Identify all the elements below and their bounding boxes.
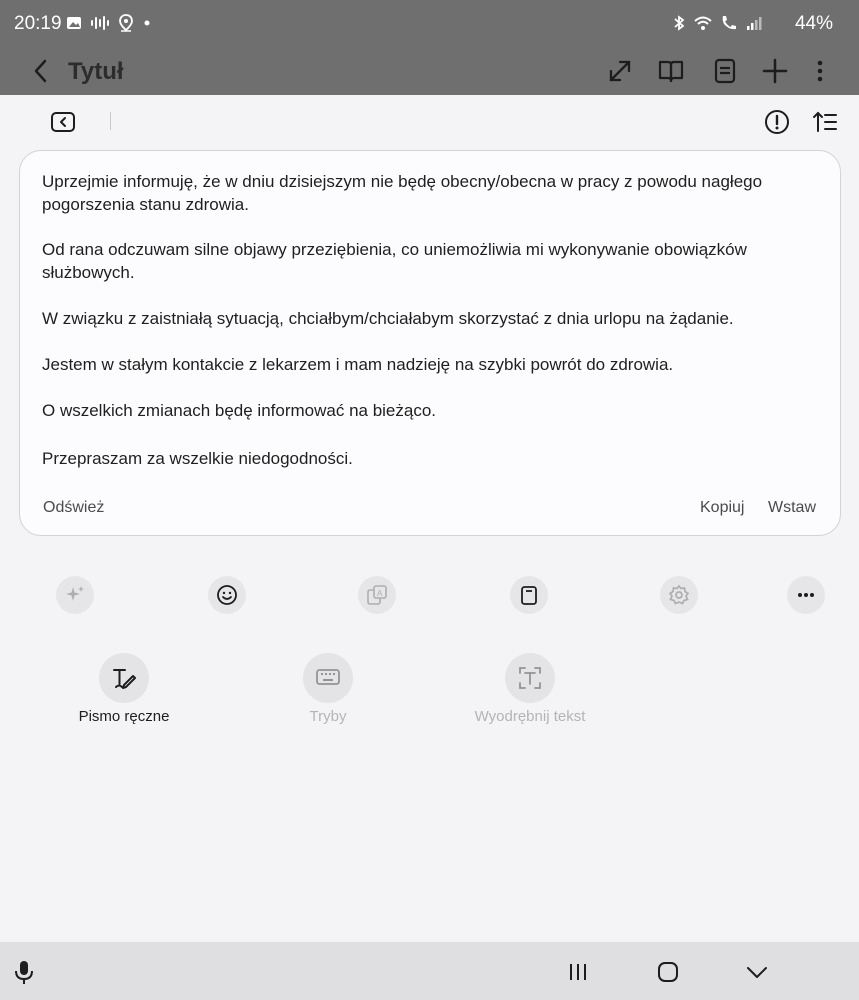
text-paragraph: Uprzejmie informuję, że w dniu dzisiejsz… xyxy=(42,172,763,214)
text-paragraph: W związku z zaistniałą sytuacją, chciałb… xyxy=(42,309,734,328)
modes-tool[interactable]: Tryby xyxy=(253,653,403,725)
clipboard-icon xyxy=(521,586,537,605)
more-horiz-icon xyxy=(798,593,814,597)
settings-button[interactable] xyxy=(660,576,698,614)
location-icon xyxy=(119,14,133,32)
book-icon[interactable] xyxy=(657,57,685,85)
voicemail-icon xyxy=(91,16,109,30)
tool-label: Pismo ręczne xyxy=(78,708,170,725)
ai-sparkle-button[interactable] xyxy=(56,576,94,614)
toolbar-divider xyxy=(110,112,111,130)
battery-level: 44% xyxy=(794,13,833,34)
note-icon[interactable] xyxy=(711,57,739,85)
status-bar: 20:19 44% xyxy=(0,0,859,48)
navigation-bar xyxy=(0,942,859,1000)
generated-text-card: Uprzejmie informuję, że w dniu dzisiejsz… xyxy=(19,150,841,536)
refresh-button[interactable]: Odśwież xyxy=(43,499,104,517)
settings-icon xyxy=(668,584,690,605)
page-title: Tytuł xyxy=(68,58,124,85)
emoji-icon xyxy=(217,585,237,605)
keyboard-icon xyxy=(316,669,340,685)
insert-button[interactable]: Wstaw xyxy=(768,499,816,517)
tool-label: Tryby xyxy=(309,708,347,725)
text-paragraph: Przepraszam za wszelkie niedogodności. xyxy=(42,449,353,468)
extract-text-icon xyxy=(519,667,541,689)
dot-icon xyxy=(144,20,150,26)
mic-icon[interactable] xyxy=(10,958,38,986)
wifi-call-icon xyxy=(722,16,736,30)
tool-label: Wyodrębnij tekst xyxy=(474,708,586,725)
plus-icon[interactable] xyxy=(761,57,789,85)
handwriting-icon xyxy=(113,669,136,689)
hide-keyboard-icon[interactable] xyxy=(743,958,771,986)
signal-icon xyxy=(747,17,762,30)
expand-icon[interactable] xyxy=(606,57,634,85)
copy-button[interactable]: Kopiuj xyxy=(700,499,744,517)
image-icon xyxy=(67,17,81,29)
home-icon[interactable] xyxy=(654,958,682,986)
info-icon[interactable] xyxy=(762,107,792,137)
text-paragraph: Od rana odczuwam silne objawy przeziębie… xyxy=(42,240,747,282)
translate-icon: A xyxy=(367,585,387,605)
bluetooth-icon xyxy=(674,15,685,31)
text-paragraph: O wszelkich zmianach będę informować na … xyxy=(42,401,437,420)
wifi-icon xyxy=(694,16,712,30)
handwriting-tool[interactable]: Pismo ręczne xyxy=(49,653,199,725)
translate-button[interactable]: A xyxy=(358,576,396,614)
text-paragraph: Jestem w stałym kontakcie z lekarzem i m… xyxy=(42,355,674,374)
clipboard-button[interactable] xyxy=(510,576,548,614)
svg-text:A: A xyxy=(377,589,383,598)
more-vert-icon[interactable] xyxy=(806,57,834,85)
back-icon[interactable] xyxy=(26,56,56,86)
more-options-button[interactable] xyxy=(787,576,825,614)
status-time: 20:19 xyxy=(14,13,62,34)
recents-icon[interactable] xyxy=(564,958,592,986)
text-style-icon[interactable] xyxy=(810,107,840,137)
app-bar: Tytuł xyxy=(0,48,859,95)
extract-text-tool[interactable]: Wyodrębnij tekst xyxy=(455,653,605,725)
emoji-button[interactable] xyxy=(208,576,246,614)
sparkle-icon xyxy=(66,586,84,601)
collapse-panel-icon[interactable] xyxy=(48,107,78,137)
